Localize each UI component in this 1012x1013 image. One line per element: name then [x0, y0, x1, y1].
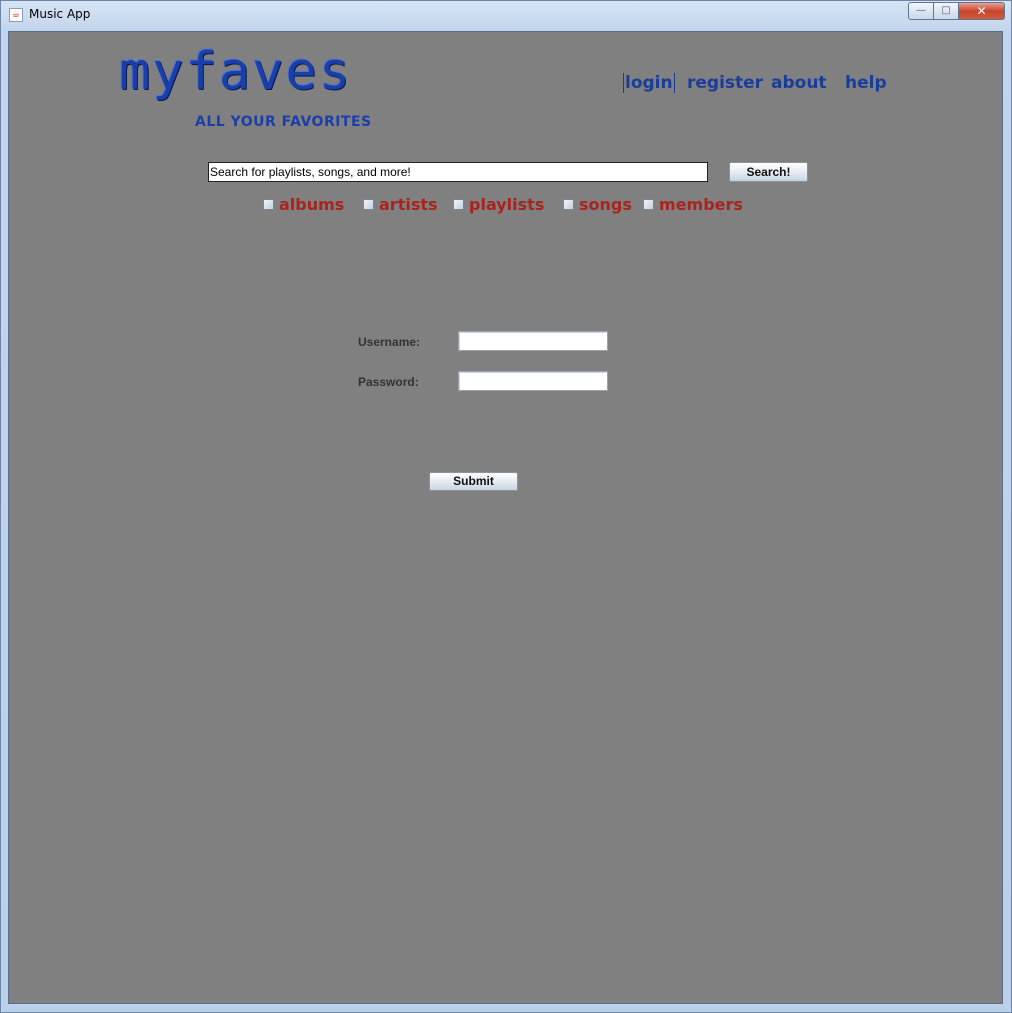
nav-help-link[interactable]: help [845, 73, 887, 93]
nav-login-link[interactable]: login [623, 73, 675, 93]
search-input[interactable] [208, 162, 708, 182]
java-cup-icon: ☕ [9, 8, 23, 22]
minimize-button[interactable]: — [908, 2, 934, 20]
search-button[interactable]: Search! [729, 162, 808, 182]
nav-register-link[interactable]: register [687, 73, 763, 93]
password-field[interactable] [458, 371, 608, 391]
members-checkbox[interactable] [643, 198, 654, 210]
submit-button[interactable]: Submit [429, 472, 518, 491]
playlists-label: playlists [469, 194, 545, 214]
close-button[interactable]: ✕ [959, 2, 1005, 20]
title-bar[interactable]: ☕ Music App — □ ✕ [1, 1, 1011, 29]
logo-wordmark: myfaves [119, 42, 353, 102]
albums-label: albums [279, 194, 345, 214]
filter-artists[interactable]: artists [363, 192, 438, 216]
maximize-button[interactable]: □ [934, 2, 959, 20]
filter-songs[interactable]: songs [563, 192, 632, 216]
filter-albums[interactable]: albums [263, 192, 344, 216]
window-title: Music App [29, 7, 91, 21]
artists-label: artists [379, 194, 438, 214]
songs-label: songs [579, 194, 632, 214]
username-field[interactable] [458, 331, 608, 351]
nav-about-link[interactable]: about [771, 73, 827, 93]
logo-tagline: ALL YOUR FAVORITES [195, 114, 372, 130]
main-panel: myfaves ALL YOUR FAVORITES login registe… [8, 31, 1003, 1004]
playlists-checkbox[interactable] [453, 198, 464, 210]
filter-members[interactable]: members [643, 192, 743, 216]
window-controls: — □ ✕ [908, 2, 1005, 20]
myfaves-logo: myfaves ALL YOUR FAVORITES [119, 42, 371, 130]
albums-checkbox[interactable] [263, 198, 274, 210]
username-label: Username: [358, 335, 421, 349]
password-label: Password: [358, 375, 419, 389]
artists-checkbox[interactable] [363, 198, 374, 210]
app-window: ☕ Music App — □ ✕ myfaves ALL YOUR FAVOR… [0, 0, 1012, 1013]
members-label: members [659, 194, 743, 214]
filter-playlists[interactable]: playlists [453, 192, 544, 216]
songs-checkbox[interactable] [563, 198, 574, 210]
